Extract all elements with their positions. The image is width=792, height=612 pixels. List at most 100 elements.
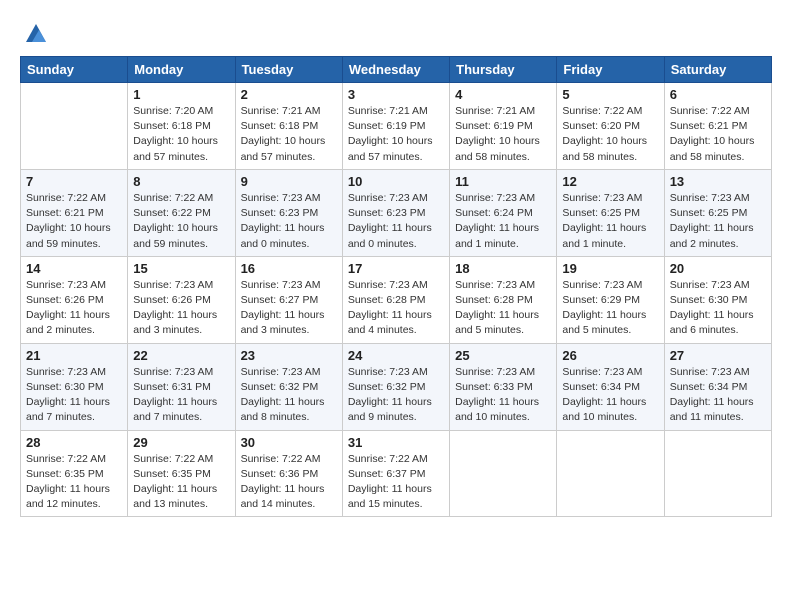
day-info: Sunrise: 7:21 AMSunset: 6:19 PMDaylight:… bbox=[348, 104, 444, 165]
day-number: 25 bbox=[455, 348, 551, 363]
day-number: 1 bbox=[133, 87, 229, 102]
day-cell: 16Sunrise: 7:23 AMSunset: 6:27 PMDayligh… bbox=[235, 256, 342, 343]
week-row-2: 7 Sunrise: 7:22 AMSunset: 6:21 PMDaylight… bbox=[21, 169, 772, 256]
day-cell: 19Sunrise: 7:23 AMSunset: 6:29 PMDayligh… bbox=[557, 256, 664, 343]
day-info: Sunrise: 7:23 AMSunset: 6:23 PMDaylight:… bbox=[241, 191, 337, 252]
day-info: Sunrise: 7:22 AMSunset: 6:35 PMDaylight:… bbox=[133, 452, 229, 513]
day-cell: 26 Sunrise: 7:23 AMSunset: 6:34 PMDayligh… bbox=[557, 343, 664, 430]
day-info: Sunrise: 7:23 AMSunset: 6:32 PMDaylight:… bbox=[348, 365, 444, 426]
day-cell: 20 Sunrise: 7:23 AMSunset: 6:30 PMDayligh… bbox=[664, 256, 771, 343]
day-info: Sunrise: 7:23 AMSunset: 6:30 PMDaylight:… bbox=[26, 365, 122, 426]
day-cell: 2 Sunrise: 7:21 AMSunset: 6:18 PMDaylight… bbox=[235, 83, 342, 170]
day-info: Sunrise: 7:23 AMSunset: 6:30 PMDaylight:… bbox=[670, 278, 766, 339]
day-info: Sunrise: 7:22 AMSunset: 6:21 PMDaylight:… bbox=[26, 191, 122, 252]
logo-icon bbox=[22, 18, 50, 46]
calendar-table: SundayMondayTuesdayWednesdayThursdayFrid… bbox=[20, 56, 772, 517]
weekday-header-wednesday: Wednesday bbox=[342, 57, 449, 83]
weekday-header-monday: Monday bbox=[128, 57, 235, 83]
day-info: Sunrise: 7:22 AMSunset: 6:21 PMDaylight:… bbox=[670, 104, 766, 165]
day-info: Sunrise: 7:21 AMSunset: 6:18 PMDaylight:… bbox=[241, 104, 337, 165]
day-number: 21 bbox=[26, 348, 122, 363]
day-cell: 7 Sunrise: 7:22 AMSunset: 6:21 PMDaylight… bbox=[21, 169, 128, 256]
day-cell: 9 Sunrise: 7:23 AMSunset: 6:23 PMDaylight… bbox=[235, 169, 342, 256]
day-cell: 4 Sunrise: 7:21 AMSunset: 6:19 PMDaylight… bbox=[450, 83, 557, 170]
weekday-row: SundayMondayTuesdayWednesdayThursdayFrid… bbox=[21, 57, 772, 83]
day-info: Sunrise: 7:23 AMSunset: 6:33 PMDaylight:… bbox=[455, 365, 551, 426]
day-number: 17 bbox=[348, 261, 444, 276]
day-info: Sunrise: 7:22 AMSunset: 6:36 PMDaylight:… bbox=[241, 452, 337, 513]
day-cell: 18 Sunrise: 7:23 AMSunset: 6:28 PMDayligh… bbox=[450, 256, 557, 343]
day-cell bbox=[21, 83, 128, 170]
day-info: Sunrise: 7:23 AMSunset: 6:34 PMDaylight:… bbox=[562, 365, 658, 426]
day-info: Sunrise: 7:23 AMSunset: 6:25 PMDaylight:… bbox=[562, 191, 658, 252]
day-number: 3 bbox=[348, 87, 444, 102]
day-info: Sunrise: 7:23 AMSunset: 6:31 PMDaylight:… bbox=[133, 365, 229, 426]
day-cell bbox=[450, 430, 557, 517]
day-info: Sunrise: 7:23 AMSunset: 6:24 PMDaylight:… bbox=[455, 191, 551, 252]
day-cell: 8 Sunrise: 7:22 AMSunset: 6:22 PMDaylight… bbox=[128, 169, 235, 256]
weekday-header-tuesday: Tuesday bbox=[235, 57, 342, 83]
day-number: 14 bbox=[26, 261, 122, 276]
day-number: 19 bbox=[562, 261, 658, 276]
day-info: Sunrise: 7:23 AMSunset: 6:34 PMDaylight:… bbox=[670, 365, 766, 426]
day-number: 18 bbox=[455, 261, 551, 276]
day-number: 26 bbox=[562, 348, 658, 363]
day-info: Sunrise: 7:22 AMSunset: 6:22 PMDaylight:… bbox=[133, 191, 229, 252]
day-info: Sunrise: 7:23 AMSunset: 6:26 PMDaylight:… bbox=[133, 278, 229, 339]
day-info: Sunrise: 7:21 AMSunset: 6:19 PMDaylight:… bbox=[455, 104, 551, 165]
day-info: Sunrise: 7:23 AMSunset: 6:25 PMDaylight:… bbox=[670, 191, 766, 252]
day-cell: 21 Sunrise: 7:23 AMSunset: 6:30 PMDayligh… bbox=[21, 343, 128, 430]
day-cell: 1 Sunrise: 7:20 AMSunset: 6:18 PMDaylight… bbox=[128, 83, 235, 170]
day-cell: 23 Sunrise: 7:23 AMSunset: 6:32 PMDayligh… bbox=[235, 343, 342, 430]
week-row-3: 14 Sunrise: 7:23 AMSunset: 6:26 PMDayligh… bbox=[21, 256, 772, 343]
day-number: 10 bbox=[348, 174, 444, 189]
day-number: 23 bbox=[241, 348, 337, 363]
day-cell: 11Sunrise: 7:23 AMSunset: 6:24 PMDayligh… bbox=[450, 169, 557, 256]
day-info: Sunrise: 7:23 AMSunset: 6:23 PMDaylight:… bbox=[348, 191, 444, 252]
day-cell: 10 Sunrise: 7:23 AMSunset: 6:23 PMDayligh… bbox=[342, 169, 449, 256]
day-number: 12 bbox=[562, 174, 658, 189]
day-cell: 25 Sunrise: 7:23 AMSunset: 6:33 PMDayligh… bbox=[450, 343, 557, 430]
day-info: Sunrise: 7:23 AMSunset: 6:28 PMDaylight:… bbox=[455, 278, 551, 339]
day-cell bbox=[664, 430, 771, 517]
day-cell: 15 Sunrise: 7:23 AMSunset: 6:26 PMDayligh… bbox=[128, 256, 235, 343]
day-number: 24 bbox=[348, 348, 444, 363]
day-number: 13 bbox=[670, 174, 766, 189]
day-cell: 24 Sunrise: 7:23 AMSunset: 6:32 PMDayligh… bbox=[342, 343, 449, 430]
day-number: 7 bbox=[26, 174, 122, 189]
day-number: 9 bbox=[241, 174, 337, 189]
day-cell: 13 Sunrise: 7:23 AMSunset: 6:25 PMDayligh… bbox=[664, 169, 771, 256]
day-number: 28 bbox=[26, 435, 122, 450]
day-number: 20 bbox=[670, 261, 766, 276]
day-cell: 22Sunrise: 7:23 AMSunset: 6:31 PMDayligh… bbox=[128, 343, 235, 430]
logo bbox=[20, 18, 50, 46]
day-number: 30 bbox=[241, 435, 337, 450]
day-info: Sunrise: 7:23 AMSunset: 6:27 PMDaylight:… bbox=[241, 278, 337, 339]
day-info: Sunrise: 7:23 AMSunset: 6:32 PMDaylight:… bbox=[241, 365, 337, 426]
day-number: 2 bbox=[241, 87, 337, 102]
header bbox=[20, 18, 772, 46]
day-info: Sunrise: 7:20 AMSunset: 6:18 PMDaylight:… bbox=[133, 104, 229, 165]
day-cell: 5Sunrise: 7:22 AMSunset: 6:20 PMDaylight… bbox=[557, 83, 664, 170]
day-cell: 3 Sunrise: 7:21 AMSunset: 6:19 PMDaylight… bbox=[342, 83, 449, 170]
weekday-header-friday: Friday bbox=[557, 57, 664, 83]
day-cell: 31Sunrise: 7:22 AMSunset: 6:37 PMDayligh… bbox=[342, 430, 449, 517]
week-row-1: 1 Sunrise: 7:20 AMSunset: 6:18 PMDaylight… bbox=[21, 83, 772, 170]
day-cell: 28 Sunrise: 7:22 AMSunset: 6:35 PMDayligh… bbox=[21, 430, 128, 517]
day-info: Sunrise: 7:22 AMSunset: 6:35 PMDaylight:… bbox=[26, 452, 122, 513]
day-number: 15 bbox=[133, 261, 229, 276]
day-number: 27 bbox=[670, 348, 766, 363]
day-info: Sunrise: 7:22 AMSunset: 6:20 PMDaylight:… bbox=[562, 104, 658, 165]
day-number: 6 bbox=[670, 87, 766, 102]
day-cell: 30 Sunrise: 7:22 AMSunset: 6:36 PMDayligh… bbox=[235, 430, 342, 517]
day-cell: 17 Sunrise: 7:23 AMSunset: 6:28 PMDayligh… bbox=[342, 256, 449, 343]
day-info: Sunrise: 7:23 AMSunset: 6:28 PMDaylight:… bbox=[348, 278, 444, 339]
day-number: 4 bbox=[455, 87, 551, 102]
day-number: 8 bbox=[133, 174, 229, 189]
day-cell bbox=[557, 430, 664, 517]
calendar-body: 1 Sunrise: 7:20 AMSunset: 6:18 PMDaylight… bbox=[21, 83, 772, 517]
day-cell: 12 Sunrise: 7:23 AMSunset: 6:25 PMDayligh… bbox=[557, 169, 664, 256]
day-cell: 6 Sunrise: 7:22 AMSunset: 6:21 PMDaylight… bbox=[664, 83, 771, 170]
weekday-header-sunday: Sunday bbox=[21, 57, 128, 83]
day-cell: 27 Sunrise: 7:23 AMSunset: 6:34 PMDayligh… bbox=[664, 343, 771, 430]
